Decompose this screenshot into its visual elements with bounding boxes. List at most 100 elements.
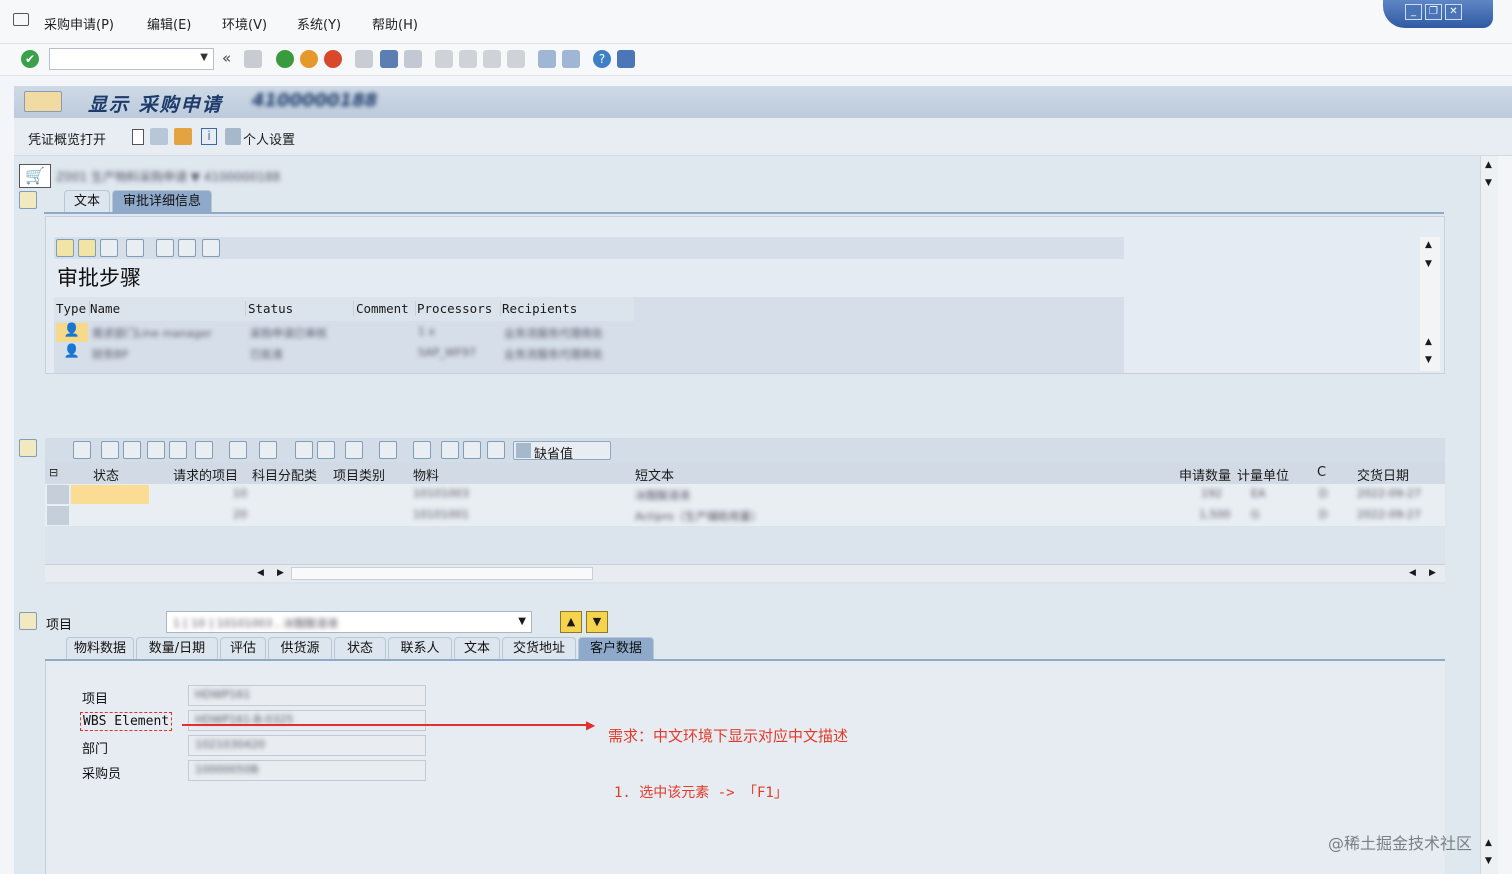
exit-icon[interactable]: [300, 50, 318, 68]
scroll-up-icon[interactable]: ▲: [1425, 240, 1432, 250]
menu-purchase-req[interactable]: 采购申请(P): [44, 14, 114, 33]
document-overview-button[interactable]: 凭证概览打开: [28, 129, 106, 148]
project-field[interactable]: HDWP161: [188, 685, 426, 706]
chevron-down-icon[interactable]: ▼: [200, 52, 208, 63]
col-short-text[interactable]: 短文本: [635, 465, 674, 484]
cart-icon[interactable]: 🛒: [19, 164, 51, 188]
document-icon[interactable]: [24, 91, 62, 112]
find-next-icon[interactable]: [404, 50, 422, 68]
table-row[interactable]: 10 10101003 冰醋酸溶液 192 EA D 2022-09-27: [45, 484, 1445, 505]
subtotal-icon[interactable]: [259, 441, 277, 459]
scroll-thumb[interactable]: [291, 567, 593, 580]
export-icon[interactable]: [345, 441, 363, 459]
table-row[interactable]: 20 10101001 Actipro（生产辅助用量） 1,500 G D 20…: [45, 505, 1445, 526]
chevron-down-icon[interactable]: ▼: [518, 616, 526, 627]
col-unit[interactable]: 计量单位: [1237, 465, 1289, 484]
layout-icon[interactable]: [379, 441, 397, 459]
tab-contacts[interactable]: 联系人: [388, 637, 452, 659]
row-selector[interactable]: [47, 485, 69, 504]
detail-icon[interactable]: [73, 441, 91, 459]
scroll-down-icon[interactable]: ▼: [1485, 856, 1492, 866]
scroll-left-icon[interactable]: ◀: [257, 568, 264, 578]
last-page-icon[interactable]: [507, 50, 525, 68]
views-icon[interactable]: [317, 441, 335, 459]
org-icon[interactable]: [463, 441, 481, 459]
item-detail-toggle-icon[interactable]: [19, 612, 37, 630]
filter-icon[interactable]: [202, 239, 220, 257]
find-icon[interactable]: [380, 50, 398, 68]
scroll-left-icon[interactable]: ◀: [1409, 568, 1416, 578]
main-vertical-scrollbar[interactable]: ▲ ▼ ▲ ▼: [1480, 156, 1498, 874]
scroll-down-icon[interactable]: ▼: [1425, 259, 1432, 269]
col-item-category[interactable]: 项目类别: [333, 465, 385, 484]
menu-system[interactable]: 系统(Y): [297, 14, 341, 33]
scroll-up-icon[interactable]: ▲: [1485, 838, 1492, 848]
other-doc-icon[interactable]: [174, 128, 192, 145]
restore-icon[interactable]: ❐: [1425, 4, 1442, 20]
help-icon[interactable]: ?: [593, 50, 611, 68]
scroll-right-icon[interactable]: ▶: [277, 568, 284, 578]
menu-edit[interactable]: 编辑(E): [147, 14, 191, 33]
close-icon[interactable]: ✕: [1445, 4, 1462, 20]
col-delivery-date[interactable]: 交货日期: [1357, 465, 1409, 484]
print-icon[interactable]: [355, 50, 373, 68]
find-next-icon[interactable]: [169, 441, 187, 459]
horizontal-scrollbar[interactable]: ◀ ▶ ◀ ▶: [45, 564, 1445, 582]
new-session-icon[interactable]: [538, 50, 556, 68]
filter-icon[interactable]: [195, 441, 213, 459]
scroll-up-icon[interactable]: ▲: [1425, 337, 1432, 347]
scroll-down-icon[interactable]: ▼: [1425, 355, 1432, 365]
col-c[interactable]: C: [1317, 465, 1326, 480]
sort-desc-icon[interactable]: [123, 441, 141, 459]
shortcut-icon[interactable]: [562, 50, 580, 68]
default-values-button[interactable]: 缺省值: [513, 441, 611, 462]
system-menu-icon[interactable]: [13, 13, 29, 26]
tab-delivery-address[interactable]: 交货地址: [502, 637, 576, 659]
approval-scrollbar[interactable]: ▲ ▼ ▲ ▼: [1420, 237, 1440, 371]
print-icon[interactable]: [295, 441, 313, 459]
buyer-field[interactable]: 10000050B: [188, 760, 426, 781]
tab-approval-details[interactable]: 审批详细信息: [112, 190, 212, 212]
tab-status[interactable]: 状态: [334, 637, 386, 659]
row-selector[interactable]: [47, 506, 69, 525]
col-material[interactable]: 物料: [413, 465, 439, 484]
copy-icon[interactable]: [441, 441, 459, 459]
find-icon[interactable]: [156, 239, 174, 257]
enter-check-icon[interactable]: ✔: [21, 50, 39, 68]
menu-help[interactable]: 帮助(H): [372, 14, 418, 33]
prev-item-button[interactable]: ▲: [560, 611, 582, 633]
cancel-icon[interactable]: [324, 50, 342, 68]
col-requested-item[interactable]: 请求的项目: [173, 465, 238, 484]
command-field[interactable]: ▼: [49, 48, 214, 70]
delete-icon[interactable]: [487, 441, 505, 459]
tab-material-data[interactable]: 物料数据: [66, 637, 134, 659]
collapse-icon[interactable]: «: [222, 49, 231, 67]
info-icon[interactable]: i: [201, 128, 217, 145]
header-toggle-icon[interactable]: [19, 191, 37, 209]
find-icon[interactable]: [147, 441, 165, 459]
customize-layout-icon[interactable]: [617, 50, 635, 68]
col-status[interactable]: 状态: [93, 465, 119, 484]
col-account-assignment[interactable]: 科目分配类: [252, 465, 317, 484]
tab-quantity-date[interactable]: 数量/日期: [136, 637, 218, 659]
personal-settings-icon[interactable]: [225, 128, 241, 145]
back-icon[interactable]: [276, 50, 294, 68]
personal-settings-button[interactable]: 个人设置: [243, 129, 295, 148]
table-row[interactable]: 👤 需求部门Line manager 采购申请已审核 1 x 业务流服务代理商处: [54, 323, 634, 343]
field-label-wbs[interactable]: WBS Element: [80, 712, 173, 731]
item-selector-dropdown[interactable]: 1 [ 10 ] 10101003 , 冰醋酸溶液 ▼: [166, 611, 532, 633]
find-next-icon[interactable]: [178, 239, 196, 257]
prev-page-icon[interactable]: [459, 50, 477, 68]
approve-tool-icon[interactable]: [56, 239, 74, 257]
department-field[interactable]: 1021030420: [188, 735, 426, 756]
info-icon[interactable]: [413, 441, 431, 459]
refresh-icon[interactable]: [100, 239, 118, 257]
scroll-down-icon[interactable]: ▼: [1485, 178, 1492, 188]
sort-asc-icon[interactable]: [101, 441, 119, 459]
tab-valuation[interactable]: 评估: [220, 637, 266, 659]
status-cell[interactable]: [71, 485, 149, 504]
first-page-icon[interactable]: [435, 50, 453, 68]
minimize-icon[interactable]: _: [1405, 4, 1422, 20]
next-item-button[interactable]: ▼: [586, 611, 608, 633]
sum-icon[interactable]: [229, 441, 247, 459]
